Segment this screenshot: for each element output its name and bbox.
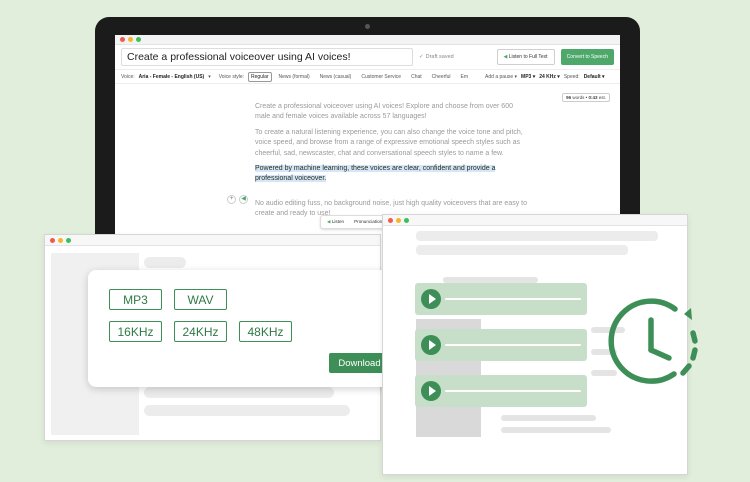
paragraph[interactable]: Create a professional voiceover using AI… — [255, 102, 527, 123]
play-icon[interactable] — [421, 381, 441, 401]
duration-value: 0:43 — [588, 95, 598, 100]
minimize-dot[interactable] — [396, 217, 401, 223]
add-pause-label: Add a pause — [485, 73, 514, 80]
selected-text[interactable]: Powered by machine learning, these voice… — [255, 165, 496, 183]
placeholder-bar — [144, 387, 334, 398]
minimize-dot[interactable] — [128, 37, 133, 42]
paragraph[interactable]: To create a natural listening experience… — [255, 128, 527, 159]
text-editor[interactable]: Create a professional voiceover using AI… — [255, 102, 527, 225]
waveform-line — [445, 298, 581, 300]
format-wav-option[interactable]: WAV — [174, 289, 227, 310]
export-options-card: MP3 WAV 16KHz 24KHz 48KHz Download — [88, 270, 408, 387]
editor-titlebar — [115, 35, 620, 45]
audio-track[interactable] — [415, 329, 587, 361]
placeholder-bar — [501, 427, 611, 433]
word-count: 96 — [566, 95, 572, 100]
speed-label: Speed: — [563, 73, 580, 80]
minimize-dot[interactable] — [58, 237, 63, 243]
placeholder-bar — [144, 257, 186, 268]
close-dot[interactable] — [388, 217, 393, 223]
waveform-line — [445, 344, 581, 346]
rate-24khz-option[interactable]: 24KHz — [174, 321, 227, 342]
close-dot[interactable] — [50, 237, 55, 243]
speed-select[interactable]: Default ▾ — [584, 74, 605, 80]
style-chat[interactable]: Chat — [408, 72, 425, 82]
speed-value: Default — [583, 73, 601, 80]
waveform-line — [445, 390, 581, 392]
placeholder-bar — [416, 245, 628, 255]
convert-to-speech-button[interactable]: Convert to Speech — [560, 49, 614, 65]
rate-16khz-option[interactable]: 16KHz — [109, 321, 162, 342]
add-icon[interactable]: + — [227, 195, 236, 204]
chevron-down-icon: ▾ — [208, 73, 211, 80]
style-cheerful[interactable]: Cheerful — [429, 72, 454, 82]
paragraph-selected[interactable]: Powered by machine learning, these voice… — [255, 164, 527, 185]
download-button[interactable]: Download — [329, 353, 390, 373]
voice-style-label: Voice style: — [218, 73, 245, 80]
add-pause-dropdown[interactable]: Add a pause ▾ — [485, 74, 517, 80]
maximize-dot[interactable] — [136, 37, 141, 42]
duration-label: est. — [598, 95, 606, 100]
word-count-label: words — [572, 95, 585, 100]
voice-select[interactable]: Aria - Female - English (US) — [139, 74, 205, 80]
placeholder-bar — [144, 405, 350, 416]
maximize-dot[interactable] — [66, 237, 71, 243]
word-counter: 96 words • 0:43 est. — [562, 93, 610, 102]
style-more[interactable]: Em — [458, 72, 472, 82]
play-icon[interactable] — [421, 289, 441, 309]
speaker-icon: ◀ — [327, 219, 331, 224]
placeholder-bar — [416, 231, 658, 241]
listen-button-label: Listen to Full Text — [508, 54, 548, 60]
format-mp3-option[interactable]: MP3 — [109, 289, 162, 310]
document-title-input[interactable]: Create a professional voiceover using AI… — [121, 48, 413, 66]
style-regular[interactable]: Regular — [248, 71, 272, 82]
format-select[interactable]: MP3 ▾ — [521, 74, 535, 80]
webcam — [365, 24, 370, 29]
maximize-dot[interactable] — [404, 217, 409, 223]
listen-full-text-button[interactable]: ◀ Listen to Full Text — [496, 49, 555, 65]
editor-header: Create a professional voiceover using AI… — [115, 45, 620, 70]
paragraph-actions: + ◀ — [227, 195, 248, 204]
ctx-listen[interactable]: ◀ Listen — [327, 219, 344, 225]
audio-track[interactable] — [415, 283, 587, 315]
draft-status: ✓ Draft saved — [419, 54, 491, 60]
format-value: MP3 — [521, 73, 532, 80]
voice-label: Voice: — [121, 73, 135, 80]
rate-48khz-option[interactable]: 48KHz — [239, 321, 292, 342]
placeholder-bar — [501, 415, 596, 421]
sample-rate-value: 24 KHz — [539, 73, 556, 80]
export-window-titlebar — [45, 235, 380, 246]
speaker-icon[interactable]: ◀ — [239, 195, 248, 204]
audio-track[interactable] — [415, 375, 587, 407]
check-icon: ✓ — [419, 54, 424, 60]
sample-rate-select[interactable]: 24 KHz ▾ — [539, 74, 560, 80]
ctx-pronunciation[interactable]: Pronunciation — [354, 219, 382, 225]
style-news-formal[interactable]: News (formal) — [276, 72, 313, 82]
close-dot[interactable] — [120, 37, 125, 42]
style-customer-service[interactable]: Customer Service — [358, 72, 404, 82]
voice-toolbar: Voice: Aria - Female - English (US) ▾ Voi… — [115, 70, 620, 84]
play-icon[interactable] — [421, 335, 441, 355]
ctx-listen-label: Listen — [331, 219, 345, 224]
draft-status-text: Draft saved — [425, 54, 454, 60]
speaker-icon: ◀ — [503, 54, 508, 60]
clock-icon — [608, 298, 698, 384]
style-news-casual[interactable]: News (casual) — [317, 72, 355, 82]
library-window-titlebar — [383, 215, 687, 226]
